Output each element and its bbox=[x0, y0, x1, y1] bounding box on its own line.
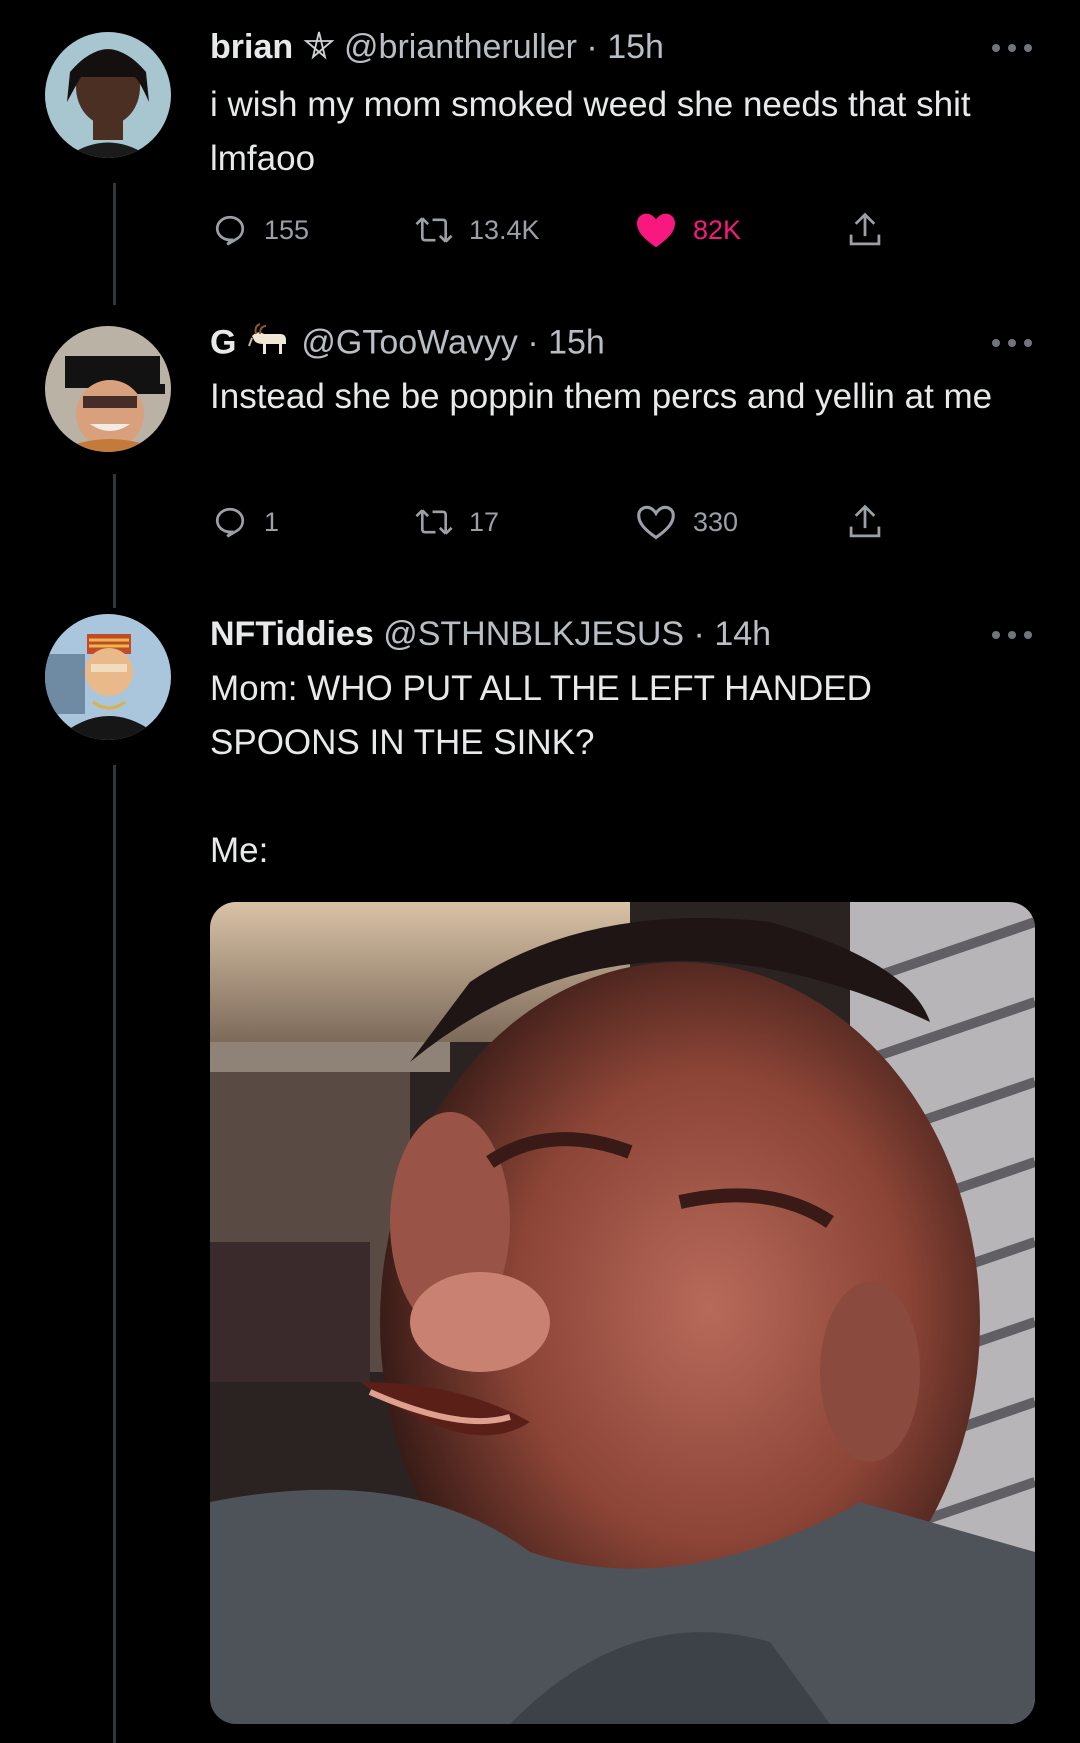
tweet-text: i wish my mom smoked weed she needs that… bbox=[210, 85, 971, 178]
retweet-button[interactable]: 13.4K bbox=[415, 210, 540, 250]
retweet-button[interactable]: 17 bbox=[415, 502, 499, 542]
timestamp[interactable]: 15h bbox=[607, 28, 664, 66]
avatar-nftiddies[interactable] bbox=[45, 614, 171, 740]
like-button[interactable]: 82K bbox=[635, 210, 741, 250]
like-count: 330 bbox=[693, 506, 739, 537]
tweet-image[interactable] bbox=[210, 902, 1035, 1724]
retweet-icon bbox=[415, 509, 453, 535]
avatar-brian[interactable] bbox=[45, 32, 171, 158]
tweet-text-me: Me: bbox=[210, 831, 269, 870]
thread-line bbox=[113, 474, 116, 608]
handle[interactable]: @STHNBLKJESUS bbox=[383, 615, 684, 653]
like-button[interactable]: 330 bbox=[635, 502, 738, 542]
retweet-count: 17 bbox=[469, 506, 500, 537]
heart-icon bbox=[637, 213, 675, 248]
share-icon bbox=[849, 504, 881, 538]
reply-icon bbox=[215, 215, 245, 246]
display-name[interactable]: G bbox=[210, 323, 236, 361]
more-icon[interactable] bbox=[992, 335, 1032, 351]
retweet-count: 13.4K bbox=[469, 214, 540, 245]
more-icon[interactable] bbox=[992, 40, 1032, 56]
timestamp[interactable]: 15h bbox=[548, 323, 605, 361]
thread-line bbox=[113, 183, 116, 305]
display-name[interactable]: NFTiddies bbox=[210, 615, 374, 653]
display-name[interactable]: brian bbox=[210, 28, 293, 66]
tweet-text: Instead she be poppin them percs and yel… bbox=[210, 377, 993, 416]
like-count: 82K bbox=[693, 214, 742, 245]
reply-button[interactable]: 1 bbox=[212, 502, 279, 542]
heart-icon bbox=[637, 505, 675, 540]
reply-count: 1 bbox=[264, 506, 280, 537]
reply-icon bbox=[215, 507, 245, 538]
goat-emoji-icon bbox=[246, 322, 292, 367]
retweet-icon bbox=[415, 217, 453, 243]
tweet-text: Mom: WHO PUT ALL THE LEFT HANDED SPOONS … bbox=[210, 669, 872, 762]
separator: · bbox=[684, 615, 715, 653]
handle[interactable]: @GTooWavyy bbox=[301, 323, 518, 361]
handle[interactable]: @briantheruller bbox=[344, 28, 577, 66]
more-icon[interactable] bbox=[992, 627, 1032, 643]
reply-button[interactable]: 155 bbox=[212, 210, 309, 250]
pentagram-icon bbox=[303, 29, 335, 70]
crying-kid-image bbox=[210, 902, 1035, 1724]
tweet-header: NFTiddies @STHNBLKJESUS · 14h bbox=[210, 614, 771, 654]
share-button[interactable] bbox=[848, 502, 882, 542]
separator: · bbox=[517, 323, 549, 362]
separator: · bbox=[576, 28, 608, 66]
tweet-header: G @GTooWavyy · 15h bbox=[210, 322, 605, 367]
thread-line bbox=[113, 765, 116, 1743]
reply-count: 155 bbox=[264, 214, 310, 245]
share-icon bbox=[849, 212, 881, 246]
avatar-g[interactable] bbox=[45, 326, 171, 452]
share-button[interactable] bbox=[848, 210, 882, 250]
tweet-header: brian @briantheruller · 15h bbox=[210, 27, 664, 70]
timestamp[interactable]: 14h bbox=[714, 615, 771, 653]
